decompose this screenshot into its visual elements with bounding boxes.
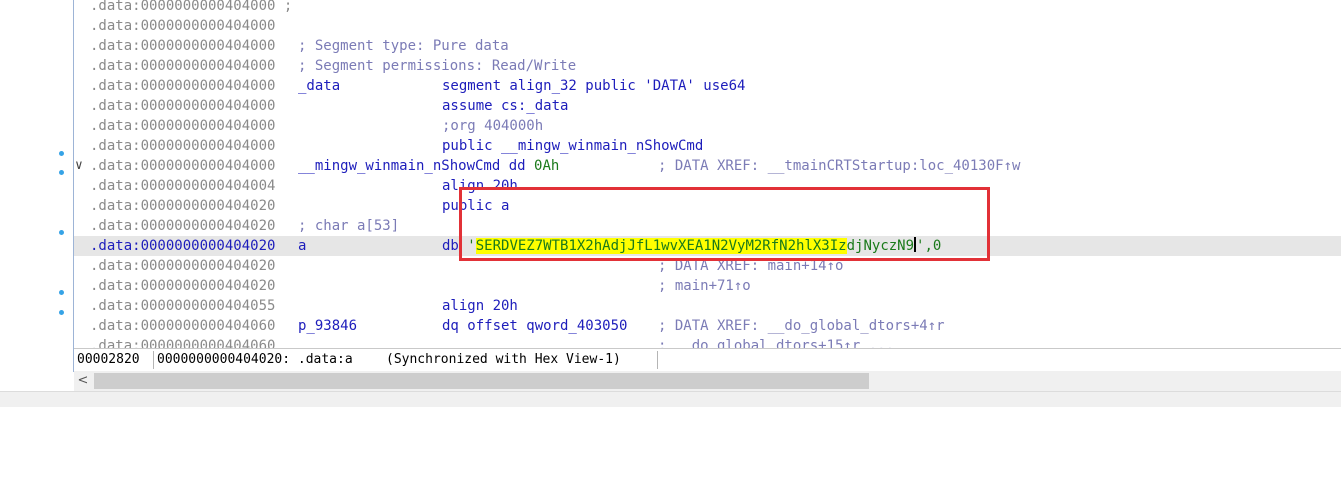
immediate-value: 0Ah xyxy=(534,158,560,174)
horizontal-scrollbar[interactable]: < xyxy=(74,371,1341,391)
row-address: .data:0000000000404020 xyxy=(90,258,276,274)
breakpoint-dot[interactable] xyxy=(59,310,64,315)
listing-row[interactable]: .data:0000000000404060 ; __do_global_dtor… xyxy=(74,336,1341,348)
row-address: .data:0000000000404000 xyxy=(90,18,276,34)
xref-comment[interactable]: ; __do_global_dtors+15↑r ... xyxy=(658,336,894,348)
listing-row[interactable]: .data:0000000000404020 ; DATA XREF: main+… xyxy=(74,256,1341,276)
row-address: .data:0000000000404060 xyxy=(90,338,276,348)
string-tail[interactable]: djNyczN9 xyxy=(847,238,914,254)
scroll-left-arrow-icon[interactable]: < xyxy=(74,371,92,391)
string-quote-open: ' xyxy=(467,238,476,254)
row-instruction[interactable]: assume cs:_data xyxy=(442,96,568,116)
disassembly-listing[interactable]: .data:0000000000404000 ; .data:000000000… xyxy=(74,0,1341,348)
highlighted-string[interactable]: SERDVEZ7WTB1X2hAdjJfL1wvXEA1N2VyM2RfN2hl… xyxy=(475,238,847,254)
status-separator xyxy=(657,351,658,369)
listing-row[interactable]: .data:0000000000404020 public a xyxy=(74,196,1341,216)
row-instruction[interactable]: dq offset qword_403050 xyxy=(442,316,627,336)
row-address: .data:0000000000404020 xyxy=(90,198,276,214)
listing-row[interactable]: .data:0000000000404000 assume cs:_data xyxy=(74,96,1341,116)
xref-comment[interactable]: ; DATA XREF: __do_global_dtors+4↑r xyxy=(658,316,945,336)
listing-row[interactable]: .data:0000000000404000 ;org 404000h xyxy=(74,116,1341,136)
row-comment: ; Segment permissions: Read/Write xyxy=(298,58,577,74)
status-sync: (Synchronized with Hex View-1) xyxy=(386,352,621,367)
row-label[interactable]: _data xyxy=(298,76,340,96)
row-address: .data:0000000000404000 xyxy=(90,58,276,74)
breakpoint-dot[interactable] xyxy=(59,170,64,175)
xref-comment[interactable]: ; DATA XREF: __tmainCRTStartup:loc_40130… xyxy=(658,156,1020,176)
xref-comment[interactable]: ; main+71↑o xyxy=(658,276,751,296)
listing-row[interactable]: .data:0000000000404000 ; Segment type: Pu… xyxy=(74,36,1341,56)
row-address: .data:0000000000404000 xyxy=(90,138,276,154)
row-label[interactable]: p_93846 xyxy=(298,316,357,336)
row-address: .data:0000000000404000 xyxy=(90,78,276,94)
collapse-chevron-icon[interactable]: ∨ xyxy=(75,156,83,176)
row-instruction[interactable]: public __mingw_winmain_nShowCmd xyxy=(442,136,703,156)
row-address: .data:0000000000404020 xyxy=(90,278,276,294)
row-address: .data:0000000000404020 xyxy=(90,238,276,254)
listing-row[interactable]: .data:0000000000404000 public __mingw_win… xyxy=(74,136,1341,156)
breakpoint-dot[interactable] xyxy=(59,290,64,295)
bottom-panel-edge xyxy=(0,391,1341,407)
row-instruction[interactable]: public a xyxy=(442,196,509,216)
listing-gutter xyxy=(0,0,72,372)
row-label[interactable]: __mingw_winmain_nShowCmd dd 0Ah xyxy=(298,156,559,176)
row-instruction[interactable]: align 20h xyxy=(442,176,518,196)
row-instruction[interactable]: segment align_32 public 'DATA' use64 xyxy=(442,76,745,96)
row-address: .data:0000000000404000 xyxy=(90,98,276,114)
row-address: .data:0000000000404060 xyxy=(90,318,276,334)
row-instruction[interactable]: align 20h xyxy=(442,296,518,316)
row-comment: ; char a[53] xyxy=(298,218,400,234)
listing-row[interactable]: .data:0000000000404060 p_93846 dq offset q… xyxy=(74,316,1341,336)
label-text[interactable]: __mingw_winmain_nShowCmd dd xyxy=(298,158,534,174)
listing-row[interactable]: ∨ .data:0000000000404000 __mingw_winmain_n… xyxy=(74,156,1341,176)
row-address: .data:0000000000404000 xyxy=(90,38,276,54)
listing-status-bar: 00002820 0000000000404020: .data:a (Sync… xyxy=(74,348,1341,371)
row-address: .data:0000000000404020 xyxy=(90,218,276,234)
row-label[interactable]: a xyxy=(298,236,306,256)
db-directive: db xyxy=(442,238,468,254)
selected-listing-row[interactable]: .data:0000000000404020 a db 'SERDVEZ7WTB1X… xyxy=(74,236,1341,256)
listing-row[interactable]: .data:0000000000404000 ; Segment permissi… xyxy=(74,56,1341,76)
row-address: .data:0000000000404000 xyxy=(90,158,276,174)
row-instruction[interactable]: db 'SERDVEZ7WTB1X2hAdjJfL1wvXEA1N2VyM2Rf… xyxy=(442,236,941,256)
listing-row[interactable]: .data:0000000000404020 ; char a[53] xyxy=(74,216,1341,236)
row-comment: ; Segment type: Pure data xyxy=(298,38,509,54)
breakpoint-dot[interactable] xyxy=(59,230,64,235)
string-terminator: ,0 xyxy=(924,238,942,254)
row-address: .data:0000000000404004 xyxy=(90,178,276,194)
row-address: .data:0000000000404000 ; xyxy=(90,0,293,14)
status-separator xyxy=(153,351,154,369)
listing-row[interactable]: .data:0000000000404004 align 20h xyxy=(74,176,1341,196)
scrollbar-thumb[interactable] xyxy=(94,373,869,389)
status-location: 0000000000404020: .data:a xyxy=(157,352,353,367)
status-file-offset: 00002820 xyxy=(77,352,140,367)
listing-row[interactable]: .data:0000000000404055 align 20h xyxy=(74,296,1341,316)
listing-row[interactable]: .data:0000000000404000 ; xyxy=(74,0,1341,16)
listing-row[interactable]: .data:0000000000404020 ; main+71↑o xyxy=(74,276,1341,296)
listing-row[interactable]: .data:0000000000404000 xyxy=(74,16,1341,36)
row-address: .data:0000000000404055 xyxy=(90,298,276,314)
row-comment: ;org 404000h xyxy=(442,118,544,134)
row-address: .data:0000000000404000 xyxy=(90,118,276,134)
breakpoint-dot[interactable] xyxy=(59,151,64,156)
listing-row[interactable]: .data:0000000000404000 _data segment align… xyxy=(74,76,1341,96)
xref-comment[interactable]: ; DATA XREF: main+14↑o xyxy=(658,256,843,276)
